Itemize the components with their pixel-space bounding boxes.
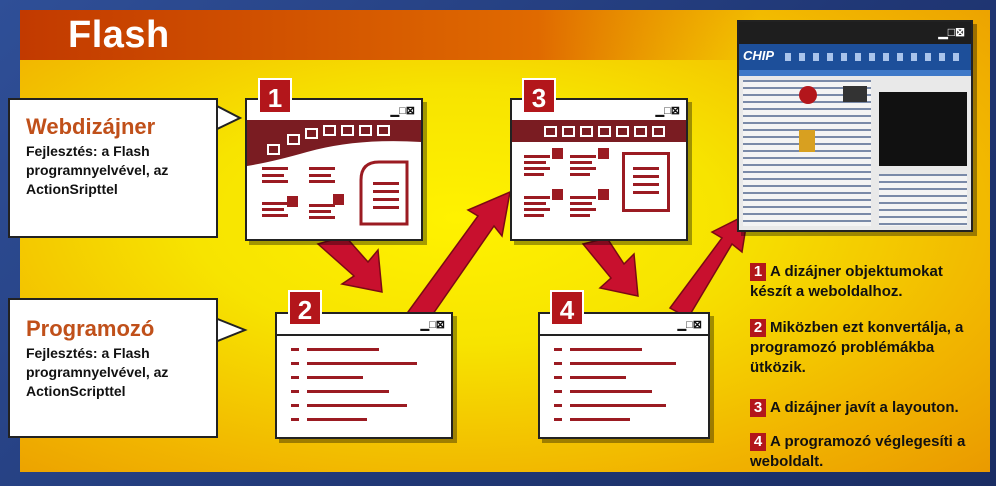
legend-item-1: 1A dizájner objektumokat készít a webold… [750, 262, 950, 302]
window-2-controls: ▁□⊠ [420, 319, 445, 331]
window-3-controls: ▁□⊠ [655, 105, 680, 117]
legend-item-2: 2 Miközben ezt konvertálja, a programozó … [750, 318, 970, 378]
window-3-content-block [622, 152, 670, 212]
window-3: ▁□⊠ [510, 98, 688, 241]
legend-item-3: 3A dizájner javít a layouton. [750, 398, 990, 418]
legend-text-2: Miközben ezt konvertálja, a programozó p… [750, 319, 964, 376]
screenshot-site-header: CHIP [739, 44, 971, 70]
legend-number-2: 2 [750, 319, 766, 337]
window-3-badge: 3 [522, 78, 556, 114]
window-1-badge: 1 [258, 78, 292, 114]
callout-programmer-heading: Programozó [26, 316, 155, 341]
window-4-badge: 4 [550, 290, 584, 326]
window-2: ▁□⊠ [275, 312, 453, 439]
window-2-badge: 2 [288, 290, 322, 326]
window-4: ▁□⊠ [538, 312, 710, 439]
legend-item-4: 4A programozó véglegesíti a weboldalt. [750, 432, 970, 472]
legend-number-1: 1 [750, 263, 766, 281]
window-1: ▁□⊠ [245, 98, 423, 241]
window-4-controls: ▁□⊠ [677, 319, 702, 331]
legend-text-3: A dizájner javít a layouton. [770, 399, 959, 416]
legend-text-4: A programozó véglegesíti a weboldalt. [750, 433, 966, 470]
callout-programmer-text: Fejlesztés: a Flash programnyelvével, az… [26, 345, 169, 399]
legend-number-3: 3 [750, 399, 766, 417]
final-website-screenshot: ▁□⊠ CHIP [737, 20, 973, 232]
screenshot-video [879, 92, 967, 166]
legend-number-4: 4 [750, 433, 766, 451]
callout-programmer: Programozó Fejlesztés: a Flash programny… [8, 298, 218, 438]
legend-text-1: A dizájner objektumokat készít a webolda… [750, 263, 943, 300]
screenshot-titlebar: ▁□⊠ [739, 22, 971, 44]
window-1-content-block [359, 160, 409, 226]
window-1-controls: ▁□⊠ [390, 105, 415, 117]
screenshot-logo: CHIP [743, 48, 775, 63]
screenshot-controls: ▁□⊠ [938, 25, 965, 39]
